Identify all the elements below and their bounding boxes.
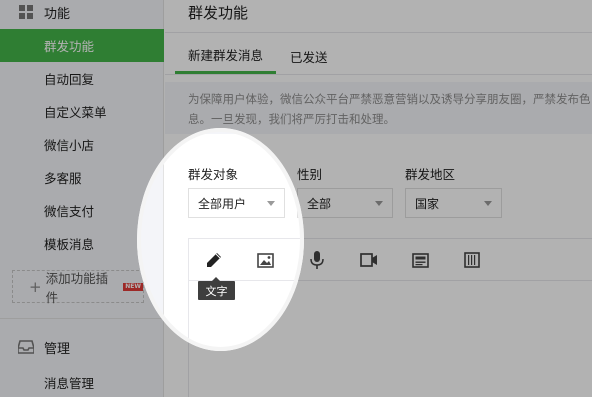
microphone-icon[interactable]	[307, 250, 327, 270]
chevron-down-icon	[267, 201, 275, 206]
region-select[interactable]: 国家	[405, 188, 502, 218]
divider	[165, 32, 592, 33]
sidebar-item-wechat-pay[interactable]: 微信支付	[0, 194, 164, 227]
sidebar-item-label: 群发功能	[44, 39, 95, 54]
audience-select[interactable]: 全部用户	[188, 188, 285, 218]
video-icon[interactable]	[359, 250, 379, 270]
sidebar-section-function: 功能	[0, 0, 164, 25]
sidebar-section-label: 管理	[44, 341, 71, 357]
grid-icon	[17, 3, 35, 21]
image-icon[interactable]	[255, 250, 275, 270]
chevron-down-icon	[375, 201, 383, 206]
plus-icon: +	[29, 277, 42, 296]
editor-toolbar	[189, 239, 592, 281]
sidebar-item-label: 模板消息	[44, 237, 95, 252]
tab-sent[interactable]: 已发送	[290, 38, 328, 74]
sidebar-item-wechat-store[interactable]: 微信小店	[0, 128, 164, 161]
add-plugin-button[interactable]: + 添加功能插件 NEW	[12, 270, 144, 305]
card-icon[interactable]	[462, 250, 482, 270]
gender-label: 性别	[297, 167, 323, 182]
gender-select[interactable]: 全部	[297, 188, 393, 218]
notice-line: 息。一旦发现，我们将严厉打击和处理。	[188, 112, 395, 126]
sidebar-divider	[0, 318, 164, 319]
audience-label: 群发对象	[188, 167, 239, 182]
divider	[165, 74, 592, 75]
add-plugin-label: 添加功能插件	[45, 270, 109, 305]
sidebar-item-mass-send[interactable]: 群发功能	[0, 29, 164, 62]
sidebar-item-label: 多客服	[44, 171, 82, 186]
sidebar-item-label: 自定义菜单	[44, 105, 107, 120]
sidebar-section-manage: 管理	[0, 334, 164, 360]
sidebar-item-label: 微信小店	[44, 138, 95, 153]
page-title: 群发功能	[188, 4, 249, 22]
chevron-down-icon	[484, 201, 492, 206]
sidebar-item-custom-menu[interactable]: 自定义菜单	[0, 95, 164, 128]
sidebar-item-auto-reply[interactable]: 自动回复	[0, 62, 164, 95]
main-content: 群发功能 新建群发消息 已发送 为保障用户体验，微信公众平台严禁恶意营销以及诱导…	[165, 0, 592, 397]
sidebar-item-customer-service[interactable]: 多客服	[0, 161, 164, 194]
tab-label: 新建群发消息	[188, 48, 264, 63]
tab-label: 已发送	[290, 49, 328, 65]
select-value: 全部用户	[198, 196, 247, 211]
notice-banner: 为保障用户体验，微信公众平台严禁恶意营销以及诱导分享朋友圈，严禁发布色 息。一旦…	[165, 82, 592, 134]
inbox-icon	[17, 338, 35, 356]
sidebar-item-label: 微信支付	[44, 204, 95, 219]
select-value: 全部	[307, 196, 332, 211]
text-tool-tooltip: 文字	[198, 277, 235, 300]
select-value: 国家	[415, 196, 440, 211]
sidebar-item-template-message[interactable]: 模板消息	[0, 227, 164, 260]
tab-new-mass-message[interactable]: 新建群发消息	[175, 38, 277, 74]
sidebar-item-message-management[interactable]: 消息管理	[0, 366, 164, 397]
sidebar: 功能 群发功能 自动回复 自定义菜单 微信小店 多客服 微信支付 模板消息 + …	[0, 0, 164, 397]
pencil-icon[interactable]	[204, 250, 224, 270]
notice-line: 为保障用户体验，微信公众平台严禁恶意营销以及诱导分享朋友圈，严禁发布色	[188, 92, 591, 106]
new-badge: NEW	[123, 282, 143, 291]
sidebar-section-label: 功能	[44, 6, 71, 22]
sidebar-item-label: 自动回复	[44, 72, 95, 87]
article-icon[interactable]	[410, 250, 430, 270]
region-label: 群发地区	[405, 167, 456, 182]
sidebar-item-label: 消息管理	[44, 376, 95, 391]
message-editor[interactable]	[188, 238, 592, 397]
